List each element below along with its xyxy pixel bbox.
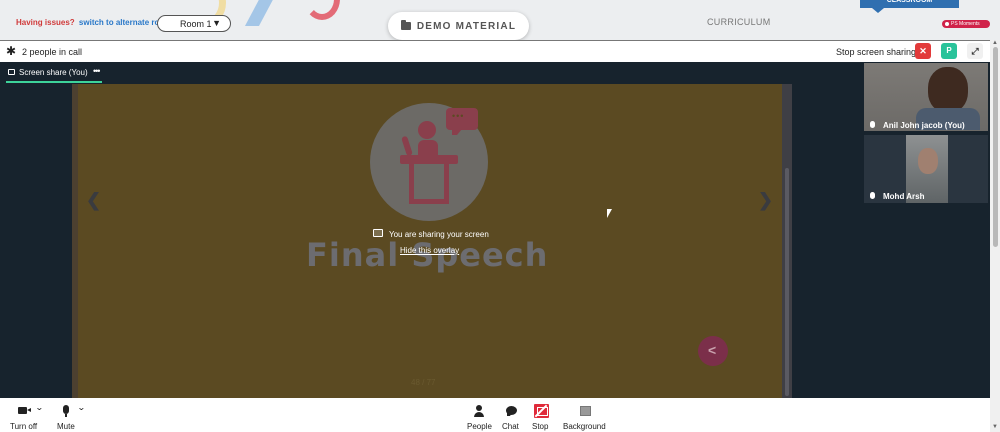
slide-page-indicator: 48 / 77 <box>411 378 436 387</box>
chat-icon[interactable] <box>506 406 517 416</box>
podium-icon <box>400 155 458 205</box>
podium-body <box>409 164 449 204</box>
next-slide-icon[interactable]: ❯ <box>758 190 773 211</box>
participant-face <box>918 148 938 174</box>
speaker-head <box>418 121 436 139</box>
classroom-tab-notch <box>872 8 884 13</box>
curriculum-tab[interactable]: CURRICULUM <box>707 17 771 27</box>
background-icon[interactable] <box>580 406 591 416</box>
screen-share-icon <box>373 229 383 237</box>
room-select-value: Room 1 <box>180 18 212 29</box>
stop-screen-sharing-label: Stop screen sharing <box>836 47 917 57</box>
app-window: Having issues? switch to alternate room … <box>0 0 1000 432</box>
scroll-up-icon[interactable]: ▲ <box>992 40 998 46</box>
folder-icon <box>400 20 411 30</box>
more-options-icon[interactable]: ••• <box>93 66 101 76</box>
sharing-message: You are sharing your screen <box>389 230 489 239</box>
expand-icon[interactable]: ⤢ <box>967 43 983 59</box>
gear-icon[interactable]: ✱ <box>6 45 16 57</box>
moments-badge[interactable]: PS Moments <box>942 20 990 28</box>
microphone-icon <box>870 121 875 128</box>
turn-off-camera-button[interactable]: Turn off <box>10 422 37 431</box>
podium-top <box>400 155 458 164</box>
mute-button[interactable]: Mute <box>57 422 75 431</box>
caret-down-icon: ▼ <box>212 18 221 28</box>
people-count: 2 people in call <box>22 47 83 57</box>
background-button[interactable]: Background <box>563 422 606 431</box>
participant-name: Anil John jacob (You) <box>883 121 965 130</box>
speaker-torso <box>418 140 438 156</box>
stop-share-icon[interactable] <box>534 404 549 418</box>
participant-name: Mohd Arsh <box>883 192 925 201</box>
slide-scrollbar-thumb[interactable] <box>785 168 789 396</box>
mic-options-caret[interactable]: ⌄ <box>77 403 86 412</box>
share-icon[interactable] <box>698 336 728 366</box>
active-tab-indicator <box>6 81 102 83</box>
speech-bubble-tail <box>452 129 462 135</box>
person-icon-body <box>474 412 484 417</box>
microphone-icon[interactable] <box>63 405 69 414</box>
classroom-tab[interactable]: CLASSROOM <box>860 0 959 8</box>
people-button[interactable]: People <box>467 422 492 431</box>
call-header: ✱ 2 people in call Stop screen sharing ✕… <box>0 40 990 62</box>
chat-button[interactable]: Chat <box>502 422 519 431</box>
demo-material-label: DEMO MATERIAL <box>416 20 517 32</box>
person-icon-head <box>476 405 482 411</box>
speech-bubble-icon <box>446 108 478 130</box>
stop-button[interactable]: Stop <box>532 422 548 431</box>
stop-sharing-close-button[interactable]: ✕ <box>915 43 931 59</box>
issues-notice: Having issues? switch to alternate room <box>16 18 171 27</box>
scroll-down-icon[interactable]: ▼ <box>992 424 998 430</box>
camera-options-caret[interactable]: ⌄ <box>35 403 44 412</box>
slide-title: Final Speech <box>306 236 549 274</box>
demo-material-button[interactable]: DEMO MATERIAL <box>388 12 529 40</box>
screen-share-tab[interactable]: Screen share (You) <box>19 68 88 77</box>
hide-overlay-link[interactable]: Hide this overlay <box>400 246 459 255</box>
camera-icon[interactable] <box>18 407 27 414</box>
screen-share-icon <box>8 69 15 75</box>
participant-badge-button[interactable]: P <box>941 43 957 59</box>
room-select[interactable]: Room 1 ▼ <box>157 15 231 32</box>
page-scrollbar-thumb[interactable] <box>993 47 998 247</box>
previous-slide-icon[interactable]: ❮ <box>86 190 101 211</box>
cursor-icon <box>607 209 612 218</box>
microphone-stand <box>65 414 67 417</box>
participant-face <box>928 67 968 113</box>
issues-text: Having issues? <box>16 18 75 27</box>
call-toolbar <box>0 398 990 432</box>
microphone-icon <box>870 192 875 199</box>
